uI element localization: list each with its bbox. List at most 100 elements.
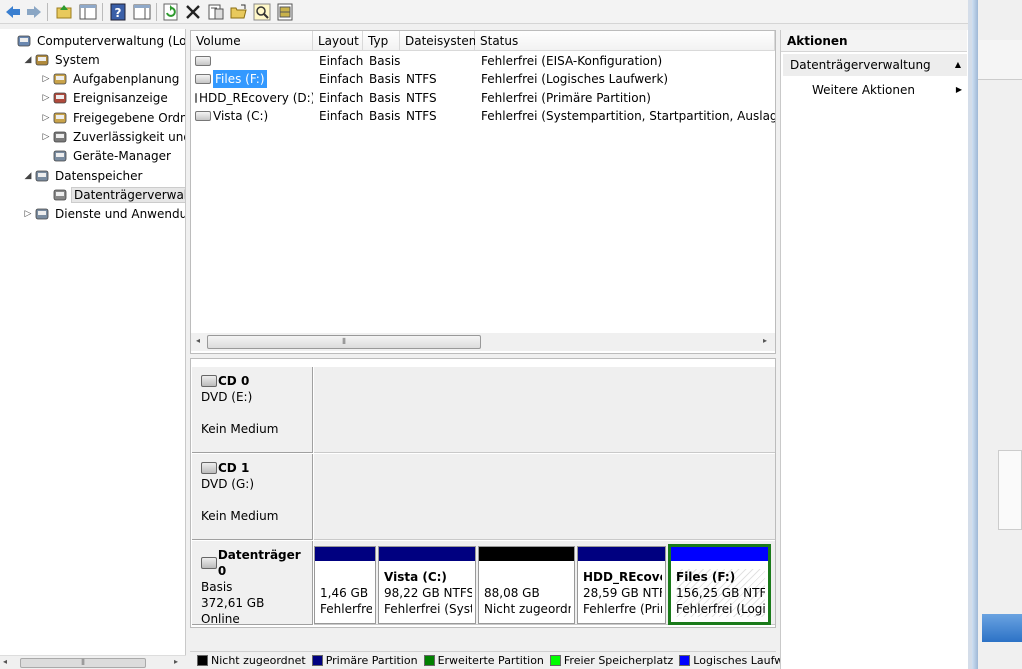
disk-title: CD 1 xyxy=(201,460,312,476)
help-icon[interactable]: ? xyxy=(108,2,128,22)
background-window xyxy=(968,0,1022,669)
more-actions-item[interactable]: Weitere Aktionen ▶ xyxy=(812,80,962,100)
event-viewer-icon xyxy=(52,90,68,106)
volume-cell-typ: Basis xyxy=(369,54,401,68)
column-header-typ[interactable]: Typ xyxy=(363,31,400,51)
scroll-right-arrow-icon[interactable]: ▸ xyxy=(174,657,178,666)
forward-icon[interactable] xyxy=(24,2,44,22)
volume-row[interactable]: Einfach Basis Fehlerfrei (EISA-Konfigurati… xyxy=(191,52,775,70)
legend-swatch xyxy=(423,655,435,666)
open-icon[interactable] xyxy=(229,2,249,22)
partition-block[interactable]: Vista (C:) 98,22 GB NTFS Fehlerfrei (Syste… xyxy=(378,546,476,624)
tree-item-label: Dienste und Anwendungen xyxy=(55,207,185,222)
tree-item[interactable]: ◢ Datenspeicher xyxy=(22,166,144,185)
scrollbar-thumb[interactable]: ⦀ xyxy=(20,658,146,668)
volume-cell-fs: NTFS xyxy=(406,72,437,87)
disk-info-line1: Basis xyxy=(201,580,233,594)
legend-item: Primäre Partition xyxy=(311,654,418,667)
disk-title: CD 0 xyxy=(201,373,312,389)
volume-cell-volume: HDD_REcovery (D:) xyxy=(195,89,313,107)
export-icon[interactable] xyxy=(275,2,295,22)
volume-row[interactable]: HDD_REcovery (D:) Einfach Basis NTFS Fehlerf… xyxy=(191,89,775,107)
partition-size: 28,59 GB NTFS xyxy=(583,586,662,600)
volume-row[interactable]: Vista (C:) Einfach Basis NTFS Fehlerfrei (Sy… xyxy=(191,107,775,125)
properties-icon[interactable] xyxy=(206,2,226,22)
column-header-status[interactable]: Status xyxy=(475,31,775,51)
column-header-dateisystem[interactable]: Dateisystem xyxy=(400,31,480,51)
tree-item-label: Zuverlässigkeit und Leis xyxy=(73,130,185,144)
tree-item[interactable]: Datenträgerverwaltung xyxy=(40,185,185,204)
tree-item[interactable]: ▷ Ereignisanzeige xyxy=(40,89,170,108)
volume-row[interactable]: Files (F:) Einfach Basis NTFS Fehlerfrei (Lo… xyxy=(191,70,775,89)
collapse-arrow-icon[interactable]: ▲ xyxy=(955,54,961,76)
tree-item[interactable]: Geräte-Manager xyxy=(40,147,173,166)
taskbar-button[interactable] xyxy=(982,614,1022,642)
disk-info-line3: Online xyxy=(201,612,240,626)
window-content xyxy=(978,0,1022,669)
volume-cell-status: Fehlerfrei (Systempartition, Startpartit… xyxy=(481,108,775,123)
scrollbar-thumb[interactable]: ⦀ xyxy=(207,335,481,349)
tree-item[interactable]: ▷ Freigegebene Ordner xyxy=(40,108,185,127)
volume-list: Volume Layout Typ Dateisystem Status Ein… xyxy=(190,30,776,354)
disk-info-line3: Kein Medium xyxy=(201,509,279,523)
tree-item[interactable]: ▷ Aufgabenplanung xyxy=(40,70,181,89)
scroll-right-arrow-icon[interactable]: ▸ xyxy=(763,336,767,345)
legend-swatch xyxy=(549,655,561,666)
collapsed-arrow-icon[interactable]: ▷ xyxy=(40,93,52,103)
actions-section-header[interactable]: Datenträgerverwaltung ▲ xyxy=(783,54,967,76)
back-icon[interactable] xyxy=(3,2,23,22)
column-header-volume[interactable]: Volume xyxy=(191,31,313,51)
partition-block[interactable]: HDD_REcover 28,59 GB NTFS Fehlerfre (Prir xyxy=(577,546,666,624)
tree-item[interactable]: ▷ Zuverlässigkeit und Leis xyxy=(40,128,185,147)
show-hide-tree-icon[interactable] xyxy=(78,2,98,22)
legend-swatch xyxy=(197,655,208,666)
disk-title: Datenträger 0 xyxy=(201,547,312,579)
collapsed-arrow-icon[interactable]: ▷ xyxy=(40,74,52,84)
delete-icon[interactable] xyxy=(183,2,203,22)
partition-block[interactable]: Files (F:) 156,25 GB NTFS Fehlerfrei (Logi… xyxy=(668,544,771,625)
tree-horizontal-scrollbar[interactable]: ◂ ⦀ ▸ xyxy=(0,655,186,669)
drive-icon xyxy=(195,56,211,66)
tree-item[interactable]: ▷ Dienste und Anwendungen xyxy=(22,205,185,224)
legend-label: Nicht zugeordnet xyxy=(211,654,306,667)
volume-cell-layout: Einfach xyxy=(319,90,364,105)
partition-status: Nicht zugeordne xyxy=(484,602,571,616)
partition-block[interactable]: 1,46 GB Fehlerfrei xyxy=(314,546,376,624)
show-hide-action-icon[interactable] xyxy=(132,2,152,22)
disk-label[interactable]: Datenträger 0 Basis 372,61 GB Online xyxy=(192,541,313,626)
volume-cell-volume: Files (F:) xyxy=(195,70,313,89)
expanded-arrow-icon[interactable]: ◢ xyxy=(22,171,34,181)
partition-text: 1,46 GB Fehlerfrei xyxy=(320,569,372,617)
disk-title-text: Datenträger 0 xyxy=(217,548,301,578)
disk-info-line3: Kein Medium xyxy=(201,422,279,436)
volume-cell-typ: Basis xyxy=(369,90,401,105)
tree-item-label: Computerverwaltung (Lokal) xyxy=(37,33,186,48)
partition-color-bar xyxy=(671,547,768,561)
refresh-icon[interactable] xyxy=(161,2,181,22)
expanded-arrow-icon[interactable]: ◢ xyxy=(22,55,34,65)
volume-horizontal-scrollbar[interactable]: ◂ ⦀ ▸ xyxy=(191,333,775,351)
toolbar-separator xyxy=(102,3,103,21)
tree-item[interactable]: Computerverwaltung (Lokal) xyxy=(4,31,186,50)
up-folder-icon[interactable] xyxy=(54,2,74,22)
volume-name: HDD_REcovery (D:) xyxy=(199,90,313,105)
tree-item-label: Datenspeicher xyxy=(55,168,143,183)
collapsed-arrow-icon[interactable]: ▷ xyxy=(40,132,52,142)
cd-drive-icon xyxy=(201,375,217,387)
storage-icon xyxy=(34,168,50,184)
partition-name xyxy=(484,569,571,585)
disk-title-text: CD 1 xyxy=(218,461,250,475)
disk-label[interactable]: CD 1 DVD (G:) Kein Medium xyxy=(192,454,313,540)
search-icon[interactable] xyxy=(252,2,272,22)
partition-block[interactable]: 88,08 GB Nicht zugeordne xyxy=(478,546,575,624)
tree-item[interactable]: ◢ System xyxy=(22,50,102,69)
partition-color-bar xyxy=(479,547,574,561)
scroll-left-arrow-icon[interactable]: ◂ xyxy=(3,657,7,666)
disk-management-icon xyxy=(52,187,68,203)
column-header-layout[interactable]: Layout xyxy=(313,31,363,51)
collapsed-arrow-icon[interactable]: ▷ xyxy=(22,209,34,219)
task-scheduler-icon xyxy=(52,71,68,87)
scroll-left-arrow-icon[interactable]: ◂ xyxy=(196,336,200,345)
collapsed-arrow-icon[interactable]: ▷ xyxy=(40,113,52,123)
disk-label[interactable]: CD 0 DVD (E:) Kein Medium xyxy=(192,367,313,453)
